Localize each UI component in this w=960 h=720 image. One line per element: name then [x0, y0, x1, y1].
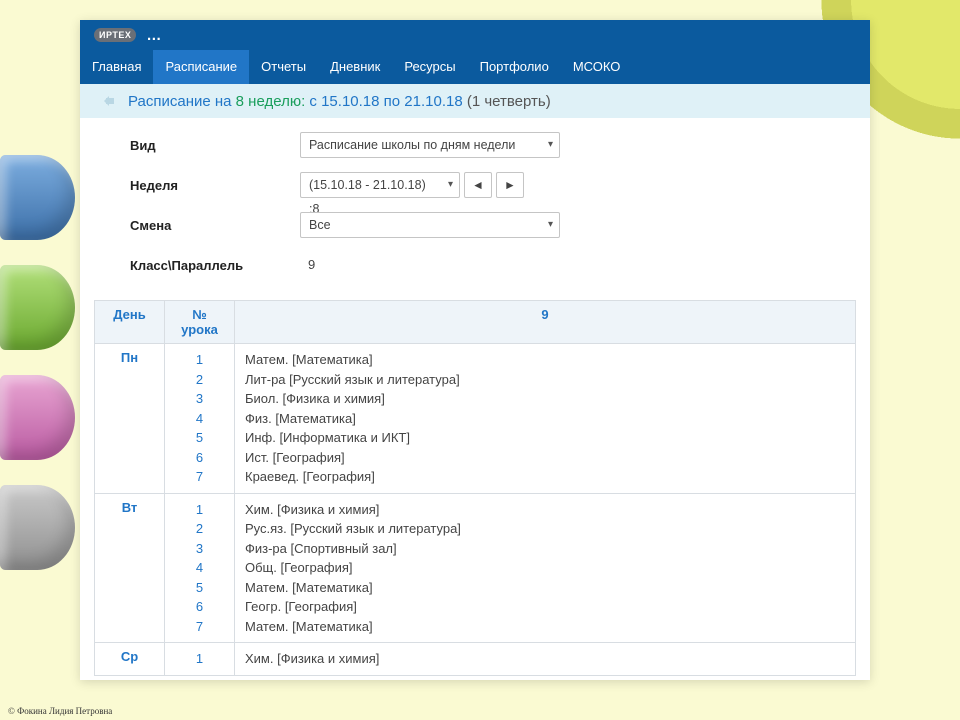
cell-lesson-nums: 1234567 [165, 344, 235, 494]
filter-shift-label: Смена [130, 218, 300, 233]
cell-day: Вт [95, 493, 165, 643]
table-row: Вт1234567Хим. [Физика и химия]Рус.яз. [Р… [95, 493, 856, 643]
nav-item-2[interactable]: Отчеты [249, 50, 318, 84]
week-next-button[interactable]: ► [496, 172, 524, 198]
subheader-quarter: (1 четверть) [467, 93, 551, 110]
cell-subjects: Хим. [Физика и химия]Рус.яз. [Русский яз… [235, 493, 856, 643]
subheader-week: 8 неделю: [236, 93, 310, 110]
subheader-range: с 15.10.18 по 21.10.18 [309, 93, 466, 110]
nav-item-3[interactable]: Дневник [318, 50, 392, 84]
nav-item-6[interactable]: МСОКО [561, 50, 633, 84]
decor-scroll-blue [0, 155, 75, 240]
subheader-text-1: Расписание на [128, 93, 236, 110]
filter-view-label: Вид [130, 138, 300, 153]
nav-item-0[interactable]: Главная [80, 50, 153, 84]
schedule-table-wrap: День № урока 9 Пн1234567Матем. [Математи… [80, 300, 870, 676]
col-day: День [95, 301, 165, 344]
schedule-table: День № урока 9 Пн1234567Матем. [Математи… [94, 300, 856, 676]
app-window: ИРТЕХ … ГлавнаяРасписаниеОтчетыДневникРе… [80, 20, 870, 680]
cell-lesson-nums: 1234567 [165, 493, 235, 643]
decor-scroll-pink [0, 375, 75, 460]
nav-item-1[interactable]: Расписание [153, 50, 249, 84]
brand-logo: ИРТЕХ [94, 28, 136, 42]
table-row: Пн1234567Матем. [Математика]Лит-ра [Русс… [95, 344, 856, 494]
nav-item-4[interactable]: Ресурсы [392, 50, 467, 84]
brand-title: … [146, 27, 161, 44]
cell-day: Пн [95, 344, 165, 494]
cell-subjects: Матем. [Математика]Лит-ра [Русский язык … [235, 344, 856, 494]
decor-scroll-gray [0, 485, 75, 570]
filter-class-label: Класс\Параллель [130, 258, 300, 273]
cell-day: Ср [95, 643, 165, 676]
filter-week-label: Неделя [130, 178, 300, 193]
col-class: 9 [235, 301, 856, 344]
decor-scroll-green [0, 265, 75, 350]
cell-subjects: Хим. [Физика и химия] [235, 643, 856, 676]
table-row: Ср1Хим. [Физика и химия] [95, 643, 856, 676]
brand-bar: ИРТЕХ … [80, 20, 870, 50]
filter-view-select[interactable]: Расписание школы по дням недели [300, 132, 560, 158]
filters-panel: Вид Расписание школы по дням недели Неде… [80, 118, 870, 300]
cell-lesson-nums: 1 [165, 643, 235, 676]
nav-item-5[interactable]: Портфолио [468, 50, 561, 84]
main-nav: ГлавнаяРасписаниеОтчетыДневникРесурсыПор… [80, 50, 870, 84]
filter-week-select[interactable]: (15.10.18 - 21.10.18) :8 [300, 172, 460, 198]
credit-text: © Фокина Лидия Петровна [8, 706, 112, 716]
back-icon[interactable] [96, 92, 118, 110]
page-subheader: Расписание на 8 неделю: с 15.10.18 по 21… [80, 84, 870, 118]
arrow-left-icon: ◄ [472, 178, 484, 192]
filter-class-value: 9 [300, 252, 323, 278]
arrow-right-icon: ► [504, 178, 516, 192]
week-prev-button[interactable]: ◄ [464, 172, 492, 198]
col-lesson: № урока [165, 301, 235, 344]
filter-shift-select[interactable]: Все [300, 212, 560, 238]
